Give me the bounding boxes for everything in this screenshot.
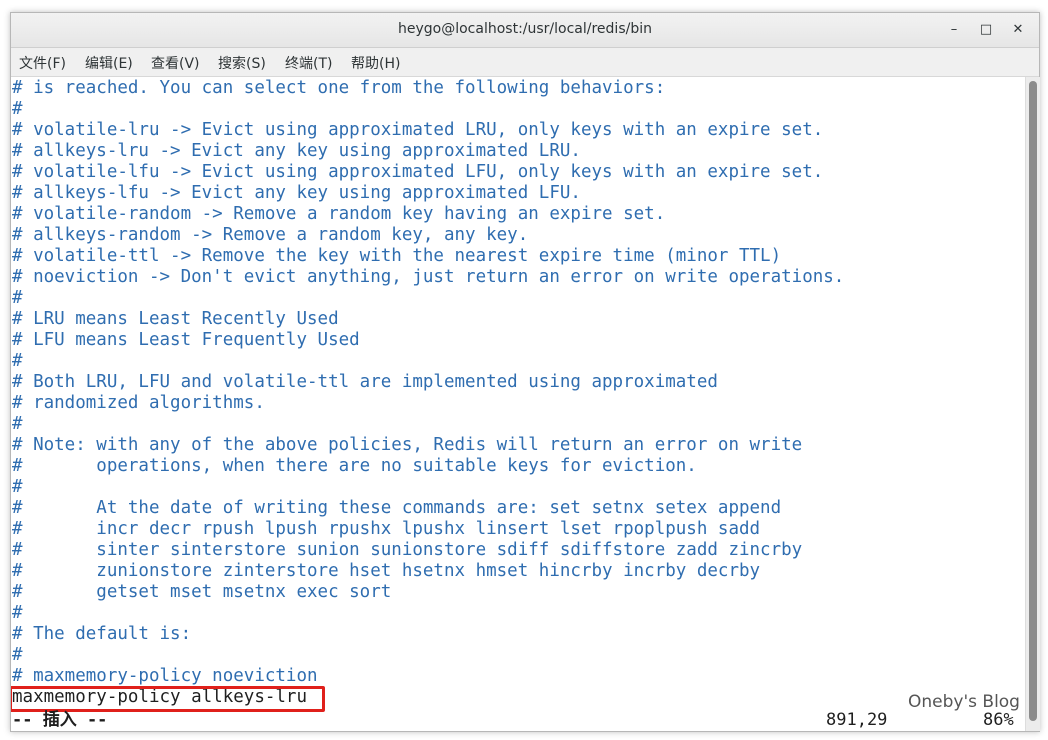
terminal-line: # allkeys-random -> Remove a random key,… bbox=[12, 225, 529, 245]
menu-view[interactable]: 查看(V) bbox=[151, 53, 200, 73]
terminal-line: # maxmemory-policy noeviction bbox=[12, 666, 318, 686]
terminal-line: # allkeys-lfu -> Evict any key using app… bbox=[12, 183, 581, 203]
terminal-line: # At the date of writing these commands … bbox=[12, 498, 782, 518]
terminal-line: # volatile-lfu -> Evict using approximat… bbox=[12, 162, 824, 182]
window-title: heygo@localhost:/usr/local/redis/bin bbox=[398, 21, 652, 37]
terminal-line: # noeviction -> Don't evict anything, ju… bbox=[12, 267, 845, 287]
menu-edit[interactable]: 编辑(E) bbox=[85, 53, 133, 73]
terminal-line: # Both LRU, LFU and volatile-ttl are imp… bbox=[12, 372, 718, 392]
terminal-window: heygo@localhost:/usr/local/redis/bin – □… bbox=[10, 12, 1040, 732]
terminal-line: # zunionstore zinterstore hset hsetnx hm… bbox=[12, 561, 761, 581]
terminal-line: # randomized algorithms. bbox=[12, 393, 265, 413]
scrollbar-thumb[interactable] bbox=[1029, 81, 1037, 721]
menu-bar: 文件(F) 编辑(E) 查看(V) 搜索(S) 终端(T) 帮助(H) bbox=[11, 48, 1039, 77]
menu-search[interactable]: 搜索(S) bbox=[218, 53, 266, 73]
menu-file[interactable]: 文件(F) bbox=[19, 53, 66, 73]
terminal-line: # volatile-ttl -> Remove the key with th… bbox=[12, 246, 782, 266]
terminal-line: # sinter sinterstore sunion sunionstore … bbox=[12, 540, 803, 560]
terminal-line: # LFU means Least Frequently Used bbox=[12, 330, 360, 350]
menu-terminal[interactable]: 终端(T) bbox=[285, 53, 332, 73]
terminal-line: # bbox=[12, 603, 23, 623]
minimize-icon[interactable]: – bbox=[943, 19, 965, 41]
menu-help[interactable]: 帮助(H) bbox=[351, 53, 400, 73]
terminal-line: # Note: with any of the above policies, … bbox=[12, 435, 803, 455]
cursor-position: 891,29 bbox=[826, 710, 888, 730]
terminal-line: # The default is: bbox=[12, 624, 192, 644]
terminal-line: # LRU means Least Recently Used bbox=[12, 309, 339, 329]
terminal-line: # bbox=[12, 288, 23, 308]
terminal-line: # volatile-random -> Remove a random key… bbox=[12, 204, 666, 224]
terminal-line: # bbox=[12, 414, 23, 434]
title-bar[interactable]: heygo@localhost:/usr/local/redis/bin – □… bbox=[11, 13, 1039, 48]
terminal-line: # allkeys-lru -> Evict any key using app… bbox=[12, 141, 581, 161]
terminal-line: # bbox=[12, 645, 23, 665]
terminal-line: # is reached. You can select one from th… bbox=[12, 78, 666, 98]
close-icon[interactable]: ✕ bbox=[1007, 19, 1029, 41]
scroll-percent: 86% bbox=[983, 710, 1014, 730]
terminal-line: # bbox=[12, 99, 23, 119]
terminal-line: # volatile-lru -> Evict using approximat… bbox=[12, 120, 824, 140]
terminal-line: # operations, when there are no suitable… bbox=[12, 456, 697, 476]
highlight-box bbox=[11, 686, 325, 712]
terminal-line: # getset mset msetnx exec sort bbox=[12, 582, 392, 602]
terminal-line: # bbox=[12, 351, 23, 371]
terminal-content[interactable]: # is reached. You can select one from th… bbox=[11, 77, 1025, 731]
terminal-line: # bbox=[12, 477, 23, 497]
terminal-line: # incr decr rpush lpush rpushx lpushx li… bbox=[12, 519, 761, 539]
maximize-icon[interactable]: □ bbox=[975, 19, 997, 41]
vertical-scrollbar[interactable] bbox=[1025, 77, 1040, 731]
watermark: Oneby's Blog bbox=[908, 692, 1020, 712]
vim-mode-indicator: -- 插入 -- bbox=[12, 710, 108, 730]
